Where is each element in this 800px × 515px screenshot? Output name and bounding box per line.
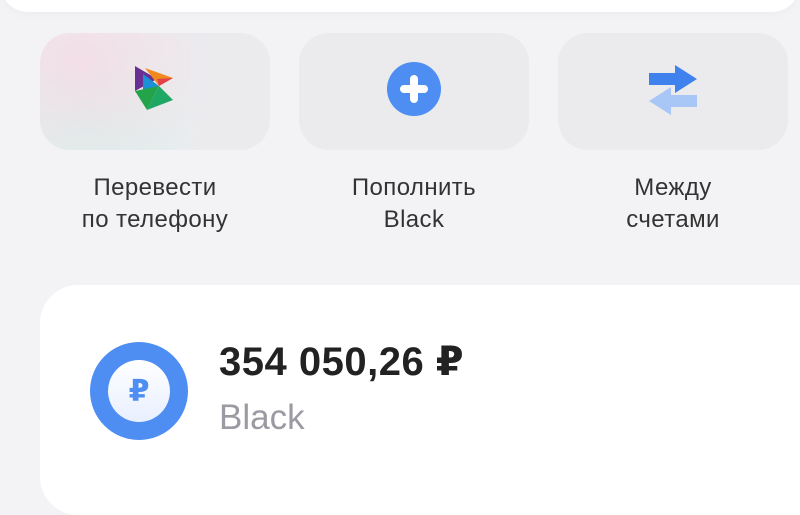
top-up-label: Пополнить Black: [299, 172, 529, 236]
plus-circle-icon: [385, 60, 443, 123]
top-up-tile[interactable]: [299, 33, 529, 150]
top-up-label-line2: Black: [383, 206, 445, 233]
top-up-label-line1: Пополнить: [351, 174, 477, 201]
between-accounts-button[interactable]: Между счетами: [558, 33, 788, 236]
transfer-by-phone-label-line1: Перевести: [93, 174, 217, 201]
ruble-sign: ₽: [108, 360, 170, 422]
quick-actions: Перевести по телефону Пополнить Black Ме…: [0, 0, 800, 260]
transfer-by-phone-button[interactable]: Перевести по телефону: [40, 33, 270, 236]
sbp-logo-icon: [133, 64, 177, 119]
transfer-by-phone-label: Перевести по телефону: [40, 172, 270, 236]
ruble-coin-icon: ₽: [90, 342, 188, 440]
account-card[interactable]: ₽ 354 050,26 ₽ Black: [40, 285, 800, 515]
transfer-by-phone-label-line2: по телефону: [81, 206, 229, 233]
account-name: Black: [219, 398, 305, 437]
account-balance: 354 050,26 ₽: [219, 340, 465, 384]
top-up-button[interactable]: Пополнить Black: [299, 33, 529, 236]
between-accounts-tile[interactable]: [558, 33, 788, 150]
between-accounts-label-line2: счетами: [626, 206, 720, 233]
between-accounts-label-line1: Между: [634, 174, 712, 201]
between-accounts-label: Между счетами: [558, 172, 788, 236]
transfer-by-phone-tile[interactable]: [40, 33, 270, 150]
transfer-arrows-icon: [641, 61, 705, 122]
